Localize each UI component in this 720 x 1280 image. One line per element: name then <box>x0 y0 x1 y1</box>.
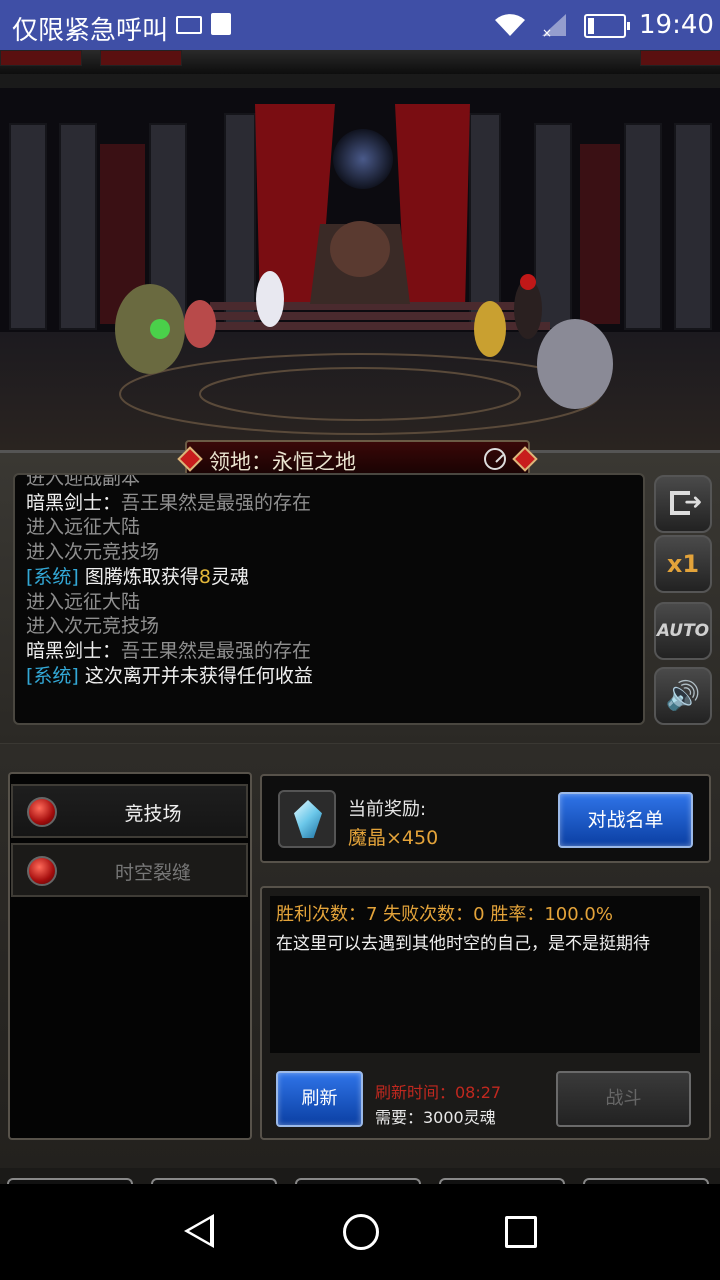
log-segment: 吾王果然是最强的存在 <box>121 639 312 662</box>
log-line: 进入远征大陆 <box>26 587 140 614</box>
battle-scene <box>0 74 720 450</box>
log-segment: 吾王果然是最强的存在 <box>121 491 312 514</box>
log-line: [系统] 图腾炼取获得8灵魂 <box>26 562 249 589</box>
refresh-button[interactable]: 刷新 <box>276 1071 363 1127</box>
status-bar: 仅限紧急呼叫 × 19:40 <box>0 0 720 50</box>
red-orb-icon <box>27 797 57 827</box>
log-segment: 暗黑剑士： <box>26 639 122 662</box>
log-line: 进入次元竞技场 <box>26 537 159 564</box>
top-frame <box>0 50 720 76</box>
home-icon[interactable] <box>343 1214 379 1250</box>
signal-icon: × <box>542 14 566 38</box>
log-segment: 图腾炼取获得 <box>78 565 199 588</box>
tab-arena-label: 竞技场 <box>124 803 182 825</box>
wifi-icon <box>495 14 525 37</box>
log-segment: 进入远征大陆 <box>26 590 141 613</box>
carrier-label: 仅限紧急呼叫 <box>12 16 169 46</box>
exit-button[interactable] <box>654 475 712 533</box>
back-icon[interactable] <box>184 1214 214 1248</box>
location-title: 领地：永恒之地 <box>209 450 356 474</box>
timer-icon[interactable] <box>484 448 506 470</box>
log-segment: 灵魂 <box>210 565 249 588</box>
speed-button[interactable]: x1 <box>654 535 712 593</box>
opponent-list-button[interactable]: 对战名单 <box>558 792 693 848</box>
tab-rift-label: 时空裂缝 <box>114 862 191 884</box>
log-segment: 8 <box>198 565 211 588</box>
crystal-icon <box>278 790 336 848</box>
auto-label: AUTO <box>656 621 710 641</box>
log-segment: 进入次元竞技场 <box>26 541 160 564</box>
refresh-cost: 需要：3000灵魂 <box>375 1108 496 1127</box>
stats-description: 在这里可以去遇到其他时空的自己，是不是挺期待 <box>276 934 650 954</box>
log-segment: 进入迎战副本 <box>26 473 141 489</box>
reward-label: 当前奖励: <box>348 799 427 820</box>
log-segment: 进入远征大陆 <box>26 516 141 539</box>
tab-rift[interactable]: 时空裂缝 <box>11 843 248 897</box>
log-segment: [系统] <box>26 664 79 687</box>
sound-button[interactable]: 🔊 <box>654 667 712 725</box>
log-segment: [系统] <box>26 565 79 588</box>
frame-ornament-right <box>640 50 720 66</box>
sim-icon <box>211 13 231 35</box>
location-banner: 领地：永恒之地 <box>177 440 538 476</box>
refresh-time: 刷新时间：08:27 <box>375 1083 502 1102</box>
speaker-icon: 🔊 <box>665 679 701 712</box>
speed-label: x1 <box>666 550 700 578</box>
log-line: 暗黑剑士：吾王果然是最强的存在 <box>26 488 311 515</box>
stats-summary: 胜利次数：7 失败次数：0 胜率：100.0% <box>276 904 613 925</box>
exit-icon <box>670 490 702 515</box>
bottom-tab-strip <box>0 1168 720 1188</box>
clock: 19:40 <box>639 10 714 40</box>
fight-button[interactable]: 战斗 <box>556 1071 691 1127</box>
log-line: 进入次元竞技场 <box>26 611 159 638</box>
log-line: 暗黑剑士：吾王果然是最强的存在 <box>26 636 311 663</box>
svg-text:×: × <box>542 26 552 38</box>
log-line: [系统] 这次离开并未获得任何收益 <box>26 661 313 688</box>
reward-value: 魔晶×450 <box>348 827 439 849</box>
tab-arena[interactable]: 竞技场 <box>11 784 248 838</box>
log-line: 进入远征大陆 <box>26 512 140 539</box>
frame-ornament-left-2 <box>100 50 182 66</box>
red-orb-icon <box>27 856 57 886</box>
log-segment: 暗黑剑士： <box>26 491 122 514</box>
frame-ornament-left <box>0 50 82 66</box>
recent-apps-icon[interactable] <box>505 1216 537 1248</box>
auto-button[interactable]: AUTO <box>654 602 712 660</box>
battle-log[interactable]: 进入迎战副本 暗黑剑士：吾王果然是最强的存在 进入远征大陆 进入次元竞技场 [系统] 图… <box>13 473 645 725</box>
keyboard-icon <box>176 16 202 34</box>
battery-icon <box>584 14 630 38</box>
log-segment: 这次离开并未获得任何收益 <box>78 664 313 687</box>
log-segment: 进入次元竞技场 <box>26 615 160 638</box>
